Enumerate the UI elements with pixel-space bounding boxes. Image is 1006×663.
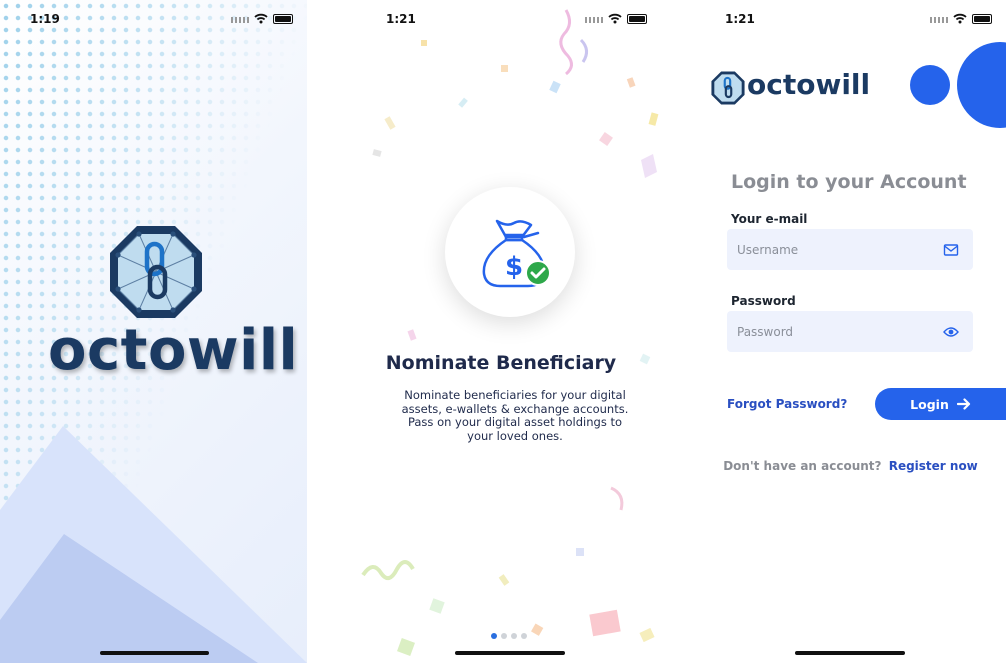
octowill-logo-icon xyxy=(110,226,202,318)
login-button[interactable]: Login xyxy=(875,388,1006,420)
wifi-icon xyxy=(254,13,268,24)
status-bar: 1:19 xyxy=(0,10,307,28)
signal-icon xyxy=(231,17,249,23)
brand-wordmark: octowill xyxy=(747,68,871,101)
onboarding-screen: 1:21 $ Nominate Beneficiary Nominate ben… xyxy=(341,0,661,663)
home-indicator xyxy=(455,651,565,655)
page-indicator[interactable] xyxy=(491,633,527,639)
register-link[interactable]: Register now xyxy=(889,459,978,473)
page-dot-2[interactable] xyxy=(501,633,507,639)
password-field[interactable] xyxy=(727,311,973,352)
onboarding-description: Nominate beneficiaries for your digital … xyxy=(401,388,629,443)
status-icons xyxy=(930,13,992,24)
page-dot-1[interactable] xyxy=(491,633,497,639)
confetti-background xyxy=(361,9,659,656)
email-label: Your e-mail xyxy=(731,212,808,226)
signal-icon xyxy=(585,17,603,23)
decorative-bubble-small xyxy=(910,65,950,105)
brand-wordmark: octowill xyxy=(48,318,299,383)
login-button-label: Login xyxy=(910,396,949,412)
battery-icon xyxy=(273,13,293,24)
login-screen: 1:21 octowill Login to your Account Your… xyxy=(695,0,1006,663)
home-indicator xyxy=(795,651,905,655)
status-bar: 1:21 xyxy=(341,10,661,28)
password-input[interactable] xyxy=(737,311,927,352)
decorative-bubble-large xyxy=(957,42,1006,128)
register-prompt-text: Don't have an account? xyxy=(723,459,882,473)
status-time: 1:21 xyxy=(725,12,755,26)
page-dot-4[interactable] xyxy=(521,633,527,639)
splash-screen: 1:19 octowill xyxy=(0,0,307,663)
status-bar: 1:21 xyxy=(695,10,1006,28)
email-field[interactable] xyxy=(727,229,973,270)
arrow-right-icon xyxy=(956,398,970,410)
signal-icon xyxy=(930,17,948,23)
battery-icon xyxy=(972,13,992,24)
home-indicator xyxy=(100,651,209,655)
money-bag-check-icon: $ xyxy=(482,219,551,288)
page-dot-3[interactable] xyxy=(511,633,517,639)
email-input[interactable] xyxy=(737,229,927,270)
battery-icon xyxy=(627,13,647,24)
forgot-password-link[interactable]: Forgot Password? xyxy=(727,397,847,411)
svg-text:$: $ xyxy=(505,252,523,282)
envelope-icon xyxy=(943,244,959,256)
status-time: 1:19 xyxy=(30,12,60,26)
onboarding-title: Nominate Beneficiary xyxy=(385,352,617,374)
status-icons xyxy=(585,13,647,24)
register-prompt: Don't have an account? Register now xyxy=(695,459,1006,473)
wifi-icon xyxy=(953,13,967,24)
status-icons xyxy=(231,13,293,24)
status-time: 1:21 xyxy=(386,12,416,26)
feature-icon-circle: $ xyxy=(445,187,575,317)
login-title: Login to your Account xyxy=(731,171,967,193)
eye-icon[interactable] xyxy=(943,324,959,340)
wifi-icon xyxy=(608,13,622,24)
octowill-logo-icon xyxy=(711,71,745,105)
password-label: Password xyxy=(731,294,796,308)
